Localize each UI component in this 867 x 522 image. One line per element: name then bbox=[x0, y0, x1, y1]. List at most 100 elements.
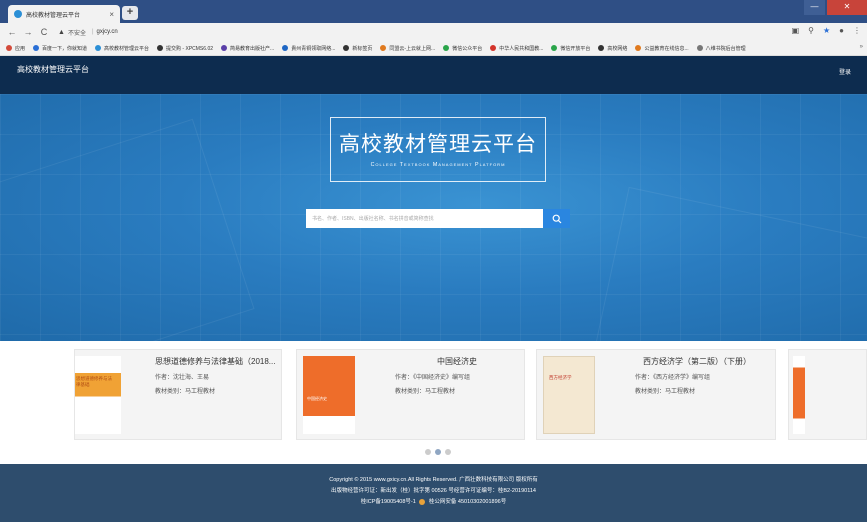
site-title: 高校教材管理云平台 bbox=[17, 65, 89, 74]
bookmark-label: 高校网络 bbox=[607, 45, 628, 52]
book-cover-image bbox=[75, 356, 121, 434]
book-carousel: 思想道德修养与法律基础 思想道德修养与法律基础（2018... 作者：沈壮海、王… bbox=[0, 341, 867, 464]
bookmark-item[interactable]: 高校教材管理云平台 bbox=[95, 45, 149, 52]
bookmark-favicon-icon bbox=[490, 45, 497, 51]
bookmarks-overflow-icon[interactable]: » bbox=[860, 44, 863, 50]
book-cover-text: 西方经济学 bbox=[549, 375, 572, 380]
bookmark-label: 新标签页 bbox=[352, 45, 373, 52]
bookmark-favicon-icon bbox=[380, 45, 387, 51]
carousel-dot[interactable] bbox=[425, 449, 431, 455]
bookmark-label: 貴州青铜领取网络... bbox=[291, 45, 336, 52]
platform-logo: 高校教材管理云平台 College Textbook Management Pl… bbox=[330, 117, 546, 182]
bookmarks-bar: 应用 百度一下，你就知道 高校教材管理云平台 提交购 - XPCMS6.02 简易教育出… bbox=[0, 41, 867, 56]
book-author: 作者：《中国经济史》编写组 bbox=[395, 375, 471, 381]
bookmark-favicon-icon bbox=[282, 45, 289, 51]
menu-icon[interactable]: ⋮ bbox=[853, 26, 861, 35]
bookmark-star-icon[interactable]: ★ bbox=[823, 26, 830, 35]
window-close-button[interactable]: ✕ bbox=[827, 0, 867, 15]
bookmark-label: 同盟云-上云就上网... bbox=[389, 45, 436, 52]
footer-license: 出版物经营许可证：新出发（桂）批字第 00526 号经营许可证编号：桂B2-20… bbox=[331, 488, 536, 494]
url-separator: | bbox=[91, 29, 94, 35]
carousel-dot[interactable] bbox=[445, 449, 451, 455]
site-header: 高校教材管理云平台 登录 bbox=[0, 56, 867, 94]
zoom-icon[interactable]: ⚲ bbox=[808, 26, 814, 35]
forward-button[interactable]: → bbox=[22, 27, 34, 37]
book-title[interactable]: 中国经济史 bbox=[437, 356, 477, 367]
book-author: 作者：沈壮海、王易 bbox=[155, 375, 210, 381]
police-badge-icon bbox=[419, 498, 426, 505]
translate-icon[interactable]: ▣ bbox=[792, 26, 800, 35]
bookmark-favicon-icon bbox=[635, 45, 642, 51]
bookmark-item[interactable]: 微信开放平台 bbox=[551, 45, 590, 52]
bookmark-item[interactable]: 提交购 - XPCMS6.02 bbox=[157, 45, 213, 52]
address-bar: ← → C ▲ 不安全 | gxjcy.cn ▣ ⚲ ★ ● ⋮ bbox=[0, 23, 867, 41]
carousel-indicators bbox=[425, 449, 451, 455]
bookmark-item[interactable]: 八维书院后台管理 bbox=[696, 45, 746, 52]
bookmark-label: 简易教育出版社产... bbox=[230, 45, 275, 52]
bookmark-item[interactable]: 高校网络 bbox=[598, 45, 627, 52]
book-title[interactable]: 思想道德修养与法律基础（2018... bbox=[155, 356, 275, 367]
bookmark-item[interactable]: 同盟云-上云就上网... bbox=[380, 45, 435, 52]
insecure-label: 不安全 bbox=[67, 30, 86, 37]
search-button[interactable] bbox=[543, 209, 570, 228]
warning-icon: ▲ bbox=[58, 28, 65, 36]
address-bar-actions: ▣ ⚲ ★ ● ⋮ bbox=[792, 26, 861, 35]
window-minimize-button[interactable]: — bbox=[804, 0, 825, 15]
browser-tab-strip: 高校教材管理云平台 × + — ✕ bbox=[0, 0, 867, 23]
book-card[interactable] bbox=[788, 349, 867, 440]
new-tab-button[interactable]: + bbox=[122, 6, 138, 20]
url-text: gxjcy.cn bbox=[96, 29, 118, 35]
footer-police-record[interactable]: 桂公网安备 45010302001896号 bbox=[429, 499, 506, 505]
book-cover-text: 中国经济史 bbox=[307, 396, 327, 401]
bookmark-item[interactable]: 公益教育在线信息... bbox=[635, 45, 689, 52]
bookmark-item[interactable]: 中华人民共和国教... bbox=[490, 45, 543, 52]
bookmark-item[interactable]: 貴州青铜领取网络... bbox=[282, 45, 335, 52]
back-button[interactable]: ← bbox=[6, 27, 18, 37]
bookmark-favicon-icon bbox=[6, 45, 12, 51]
bookmark-label: 八维书院后台管理 bbox=[705, 45, 746, 52]
browser-tab[interactable]: 高校教材管理云平台 × bbox=[8, 5, 120, 23]
tab-title: 高校教材管理云平台 bbox=[26, 12, 81, 19]
bookmark-label: 提交购 - XPCMS6.02 bbox=[166, 45, 214, 52]
book-title[interactable]: 西方经济学（第二版）（下册） bbox=[643, 356, 751, 367]
login-link[interactable]: 登录 bbox=[839, 67, 851, 76]
url-field[interactable]: ▲ 不安全 | gxjcy.cn bbox=[58, 28, 118, 37]
bookmark-label: 中华人民共和国教... bbox=[499, 45, 544, 52]
card-edge-left bbox=[0, 349, 10, 440]
hero-banner: 高校教材管理云平台 College Textbook Management Pl… bbox=[0, 94, 867, 341]
footer-icp-number[interactable]: 桂ICP备19005408号-1 bbox=[361, 499, 416, 505]
search-input[interactable] bbox=[306, 209, 543, 228]
logo-english-subtitle: College Textbook Management Platform bbox=[370, 162, 506, 168]
bookmark-label: 公益教育在线信息... bbox=[644, 45, 689, 52]
bookmark-label: 高校教材管理云平台 bbox=[104, 45, 150, 52]
bookmark-item[interactable]: 简易教育出版社产... bbox=[221, 45, 274, 52]
logo-chinese-title: 高校教材管理云平台 bbox=[339, 132, 537, 156]
book-card[interactable]: 西方经济学 西方经济学（第二版）（下册） 作者：《西方经济学》编写组 教材类别：… bbox=[536, 349, 776, 440]
bookmark-favicon-icon bbox=[157, 45, 164, 51]
book-cover: 中国经济史 bbox=[303, 356, 355, 434]
bookmark-item[interactable]: 应用 bbox=[6, 45, 25, 52]
site-favicon-icon bbox=[14, 10, 22, 18]
bookmark-favicon-icon bbox=[221, 45, 228, 51]
bookmark-label: 应用 bbox=[15, 45, 26, 52]
bookmark-favicon-icon bbox=[95, 45, 102, 51]
book-cover-stripe bbox=[303, 416, 355, 434]
bookmark-item[interactable]: 新标签页 bbox=[343, 45, 372, 52]
book-category: 教材类别：马工程教材 bbox=[155, 389, 216, 395]
bookmark-label: 微信开放平台 bbox=[560, 45, 591, 52]
bookmark-favicon-icon bbox=[696, 45, 703, 51]
book-card[interactable]: 思想道德修养与法律基础 思想道德修养与法律基础（2018... 作者：沈壮海、王… bbox=[74, 349, 282, 440]
search-bar bbox=[306, 209, 570, 228]
book-card[interactable]: 中国经济史 中国经济史 作者：《中国经济史》编写组 教材类别：马工程教材 bbox=[296, 349, 525, 440]
bookmark-item[interactable]: 百度一下，你就知道 bbox=[33, 45, 87, 52]
bookmark-item[interactable]: 微信公众平台 bbox=[443, 45, 482, 52]
footer-icp: 桂ICP备19005408号-1 桂公网安备 45010302001896号 bbox=[0, 497, 867, 508]
book-category: 教材类别：马工程教材 bbox=[395, 389, 456, 395]
book-cover-text: 思想道德修养与法律基础 bbox=[76, 376, 112, 387]
reload-button[interactable]: C bbox=[38, 27, 50, 37]
tab-close-icon[interactable]: × bbox=[109, 10, 114, 19]
footer-copyright: Copyright © 2015 www.gxicy.cn.All Rights… bbox=[329, 477, 538, 483]
carousel-dot-active[interactable] bbox=[435, 449, 441, 455]
bookmark-label: 微信公众平台 bbox=[452, 45, 483, 52]
profile-icon[interactable]: ● bbox=[839, 26, 844, 35]
